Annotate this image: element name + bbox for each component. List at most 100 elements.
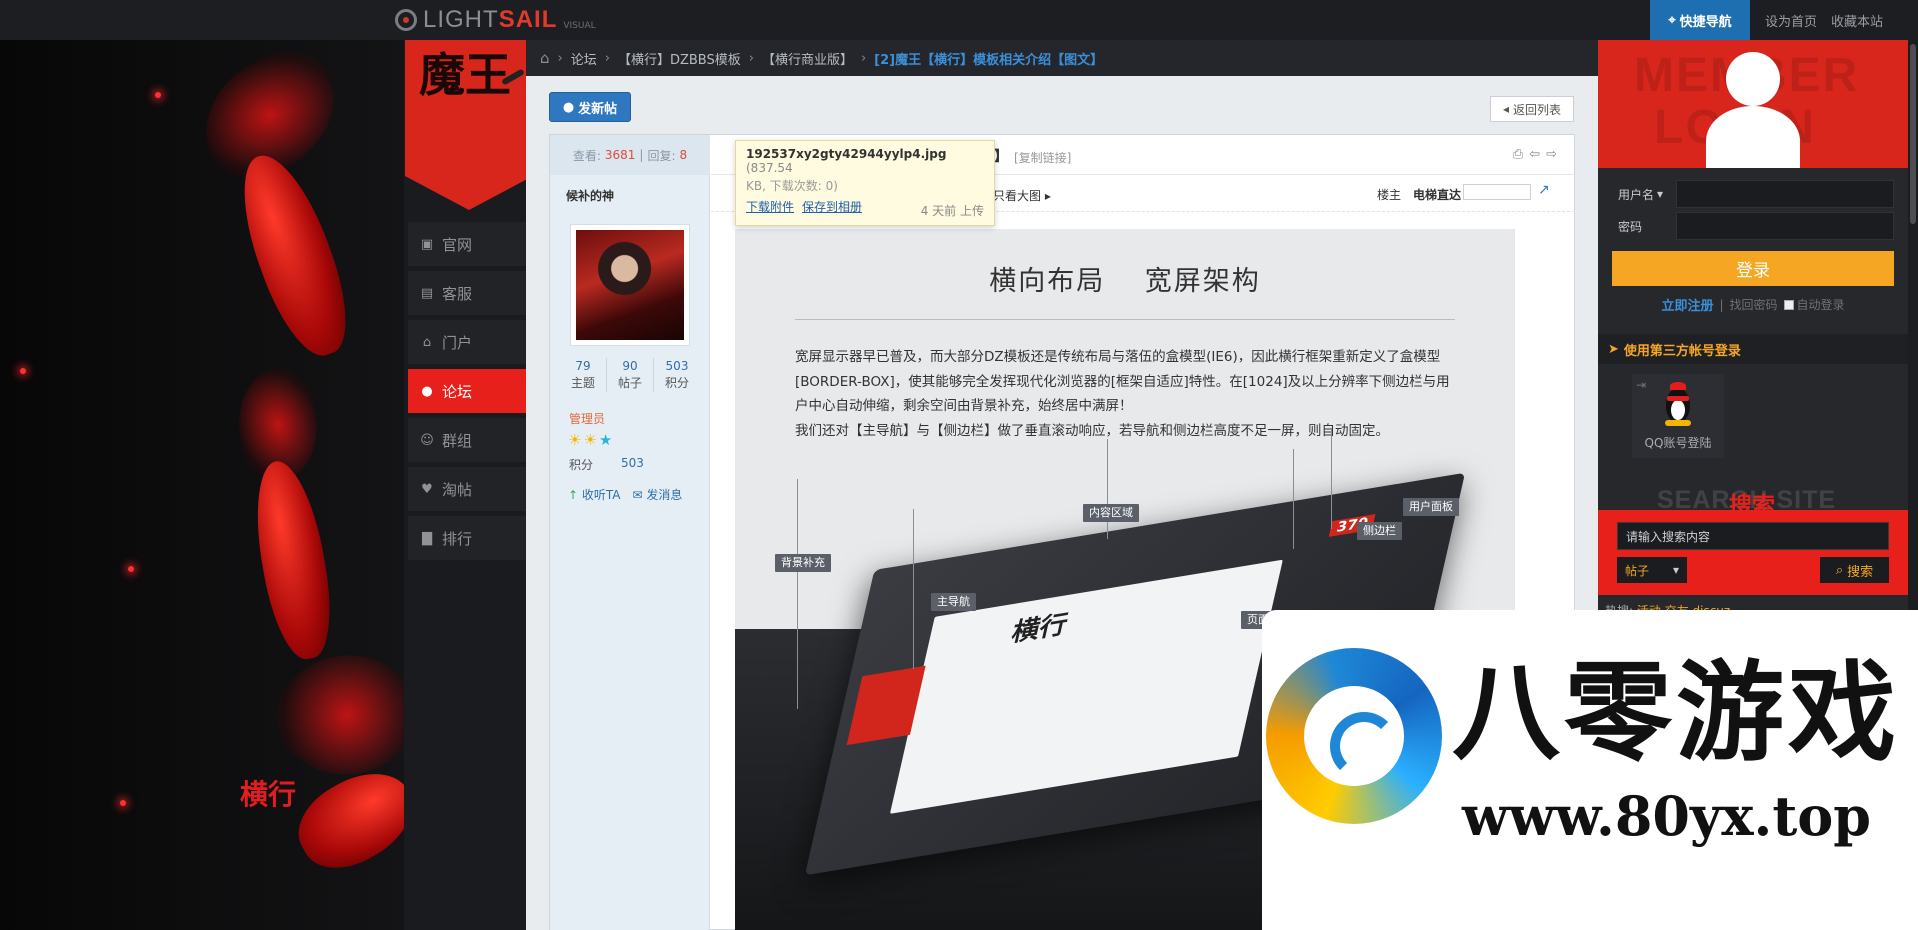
logo-sub-text: VISUAL — [563, 21, 596, 31]
search-input[interactable]: 请输入搜索内容 — [1617, 522, 1889, 550]
breadcrumb-item[interactable]: 【横行】DZBBS模板 — [618, 49, 741, 68]
swirl-logo-icon — [1266, 648, 1442, 824]
save-to-album-link[interactable]: 保存到相册 — [802, 198, 862, 215]
caret-down-icon: ▾ — [1657, 187, 1664, 201]
bar-chart-icon: ▇ — [422, 530, 432, 546]
stat-value: 79 — [575, 359, 591, 373]
nav-item-collections[interactable]: ♥ 淘帖 — [408, 467, 526, 511]
password-label: 密码 — [1618, 219, 1643, 234]
elevator-input[interactable] — [1463, 184, 1531, 200]
nav-item-ranking[interactable]: ▇ 排行 — [408, 516, 526, 560]
replies-label: 回复: — [647, 148, 676, 163]
users-icon: ☺ — [420, 432, 434, 448]
auto-login[interactable]: 自动登录 — [1783, 296, 1845, 313]
floor-owner-label: 楼主 — [1377, 188, 1402, 202]
search-type-select[interactable]: 帖子 ▾ — [1617, 557, 1687, 583]
elevator-go-icon[interactable]: ↗ — [1538, 182, 1550, 198]
breadcrumb-current[interactable]: [2]魔王【横行】模板相关介绍【图文】 — [874, 49, 1103, 68]
new-post-button[interactable]: ● 发新帖 — [549, 92, 631, 122]
next-thread-icon[interactable]: ⇨ — [1546, 147, 1557, 162]
search-button[interactable]: ⌕ 搜索 — [1820, 557, 1889, 583]
author-name[interactable]: 候补的神 — [566, 187, 614, 204]
top-bar: LIGHTSAIL VISUAL ⌖ 快捷导航 设为首页 收藏本站 — [0, 0, 1918, 40]
forgot-password-link[interactable]: 找回密码 — [1730, 296, 1778, 313]
prev-thread-icon[interactable]: ⇦ — [1529, 147, 1540, 162]
avatar[interactable] — [570, 224, 690, 346]
view-big-toggle[interactable]: 只看大图 ▸ — [993, 187, 1051, 204]
set-home-link[interactable]: 设为首页 — [1765, 11, 1817, 30]
points-value: 503 — [621, 456, 644, 470]
nav-item-official[interactable]: ▣ 官网 — [408, 222, 526, 266]
home-icon[interactable]: ⌂ — [540, 49, 550, 67]
chevron-right-icon: › — [748, 50, 754, 66]
avatar-image — [576, 230, 684, 340]
upload-time: 4 天前 上传 — [920, 204, 984, 218]
stat-label: 帖子 — [617, 376, 642, 390]
callout-bg-fill: 背景补充 — [775, 554, 831, 572]
caret-right-icon: ▸ — [1044, 189, 1051, 203]
brand-badge[interactable]: 魔王 — [405, 40, 533, 210]
login-button[interactable]: 登录 — [1612, 251, 1894, 286]
author-stat-threads[interactable]: 79 主题 — [560, 358, 607, 392]
quick-nav-label: 快捷导航 — [1679, 14, 1732, 30]
username-label[interactable]: 用户名 ▾ — [1612, 186, 1676, 203]
breadcrumb-item[interactable]: 论坛 — [571, 49, 597, 68]
glow-dot — [155, 92, 161, 98]
search-placeholder: 请输入搜索内容 — [1626, 529, 1711, 544]
scrollbar-thumb[interactable] — [1910, 44, 1916, 224]
author-role[interactable]: 管理员 — [569, 410, 605, 427]
author-rank-stars: ☀ ☀ ★ — [568, 432, 612, 448]
glow-dot — [128, 566, 134, 572]
login-links: 立即注册 | 找回密码 自动登录 — [1612, 295, 1894, 315]
nav-item-label: 官网 — [442, 235, 473, 254]
star-icon: ★ — [598, 431, 613, 449]
qq-login-button[interactable]: ⇥ QQ账号登陆 — [1632, 374, 1724, 458]
article-body: 宽屏显示器早已普及，而大部分DZ模板还是传统布局与落伍的盒模型(IE6)，因此横… — [795, 345, 1455, 443]
attachment-info: KB, 下载次数: 0) — [746, 179, 838, 193]
site-logo[interactable]: LIGHTSAIL VISUAL — [395, 6, 596, 34]
chevron-right-icon: › — [860, 50, 867, 66]
qq-penguin-icon — [1662, 382, 1694, 426]
password-field[interactable] — [1676, 212, 1894, 240]
back-to-list-button[interactable]: ◂ 返回列表 — [1490, 96, 1574, 122]
search-type-value: 帖子 — [1625, 563, 1650, 578]
auto-login-checkbox[interactable] — [1783, 299, 1794, 310]
print-icon[interactable]: ⎙ — [1513, 147, 1523, 162]
message-link[interactable]: ✉ 发消息 — [633, 486, 683, 503]
chevron-right-icon: › — [604, 50, 610, 66]
download-attachment-link[interactable]: 下载附件 — [746, 198, 794, 215]
callout-line — [797, 479, 798, 709]
stat-value: 90 — [622, 359, 638, 373]
koi-fish — [224, 144, 364, 366]
follow-label: 收听TA — [581, 488, 621, 502]
callout-line — [913, 509, 914, 669]
heart-icon: ♥ — [421, 481, 433, 497]
follow-icon: ↑ — [568, 488, 579, 502]
watermark: 八零游戏 www.80yx.top — [1262, 610, 1918, 930]
breadcrumb-item[interactable]: 【横行商业版】 — [762, 49, 853, 68]
follow-link[interactable]: ↑ 收听TA — [568, 486, 621, 503]
post-stats: 查看: 3681 | 回复: 8 — [550, 135, 710, 175]
avatar-placeholder-body — [1706, 106, 1800, 168]
auto-login-label: 自动登录 — [1796, 298, 1845, 312]
nav-item-forum[interactable]: ● 论坛 — [408, 369, 526, 413]
quick-nav-button[interactable]: ⌖ 快捷导航 — [1650, 0, 1750, 40]
caret-down-icon: ▾ — [1672, 563, 1679, 577]
article-divider — [795, 319, 1455, 320]
author-stat-posts[interactable]: 90 帖子 — [607, 358, 654, 392]
bookmark-link[interactable]: 收藏本站 — [1831, 11, 1883, 30]
register-link[interactable]: 立即注册 — [1661, 295, 1713, 314]
callout-line — [1331, 429, 1332, 529]
copy-link[interactable]: [复制链接] — [1014, 149, 1071, 166]
nav-item-groups[interactable]: ☺ 群组 — [408, 418, 526, 462]
chevron-right-icon: › — [557, 50, 563, 66]
logo-light-text: LIGHT — [423, 6, 499, 33]
sun-icon: ☀ — [568, 431, 582, 449]
author-stat-points[interactable]: 503 积分 — [654, 358, 700, 392]
nav-item-portal[interactable]: ⌂ 门户 — [408, 320, 526, 364]
qq-login-label: QQ账号登陆 — [1644, 436, 1712, 450]
nav-item-support[interactable]: ▤ 客服 — [408, 271, 526, 315]
search-button-label: 搜索 — [1847, 564, 1874, 580]
username-field[interactable] — [1676, 180, 1894, 208]
id-card-icon: ▤ — [420, 285, 434, 301]
